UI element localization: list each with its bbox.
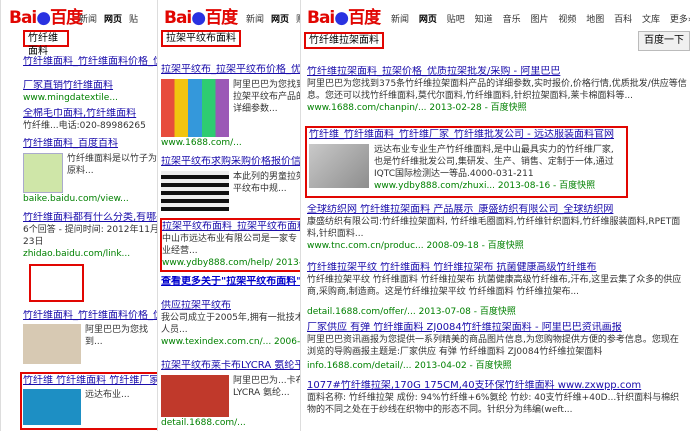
result-title[interactable]: 全球纺织网 竹纤维拉架面料 产品展示_康盛纺织有限公司_全球纺织网: [307, 204, 687, 216]
baidu-logo[interactable]: Bai●百度: [164, 3, 238, 28]
paw-icon: ●: [334, 8, 349, 28]
result-title[interactable]: 竹纤维面料_竹纤维面料价格_优质竹纤...: [23, 310, 160, 322]
result-url: info.1688.com/detail/... 2013-04-02 - 百度…: [307, 361, 512, 371]
result-title[interactable]: 竹纤维 竹纤维面料 竹纤维厂家 竹...: [23, 375, 157, 387]
highlight-box: [29, 264, 84, 302]
nav-images[interactable]: 图片: [530, 15, 548, 25]
result-url: baike.baidu.com/view...: [23, 194, 129, 204]
nav-wenku[interactable]: 文库: [642, 15, 660, 25]
result-desc: 中山市远达布业有限公司是一家专业经营...: [162, 234, 298, 256]
result-desc: 阿里巴巴资讯画报为您提供一系列精美的商品图片信息,为您购物提供方便的参考信息。您…: [307, 335, 679, 357]
result-title[interactable]: 厂家直销竹纤维面料: [23, 80, 160, 92]
result-title[interactable]: 竹纤维面料_竹纤维面料价格_优质竹纤维...: [23, 56, 160, 68]
nav-news[interactable]: 新闻: [246, 15, 264, 25]
search-input[interactable]: 竹纤维面料: [23, 30, 69, 57]
nav-web[interactable]: 网页: [104, 15, 122, 25]
result-url: detail.1688.com/...: [161, 418, 246, 428]
result-title[interactable]: 拉架平纹布面料_拉架平纹布面料_食...: [162, 221, 304, 233]
nav-video[interactable]: 视频: [558, 15, 576, 25]
nav-web[interactable]: 网页: [419, 15, 437, 25]
result-thumbnail[interactable]: [161, 79, 229, 137]
result-thumbnail[interactable]: [161, 171, 229, 211]
nav-bar: 新闻网页贴: [246, 12, 307, 25]
search-panel-1: Bai●百度 新闻网页贴 竹纤维面料 竹纤维面料_竹纤维面料价格_优质竹纤维..…: [0, 0, 160, 431]
result-desc: 康盛纺织有限公司:竹纤维拉架面料, 竹纤维毛圈面料,竹纤维针织面料,竹纤维服装面…: [307, 217, 681, 239]
baidu-logo[interactable]: Bai●百度: [9, 3, 83, 28]
search-button[interactable]: 百度一下: [638, 31, 690, 51]
nav-bar: 新闻网页贴: [79, 12, 145, 25]
result-desc: 远达布业专业生产竹纤维面料,是中山最具实力的竹纤维厂家,也是竹纤维批发公司,集研…: [374, 145, 614, 179]
result-title[interactable]: 1077#竹纤维拉架,170G 175CM,40支环保竹纤维面料 www.zxw…: [307, 380, 687, 392]
nav-tieba[interactable]: 贴: [129, 15, 138, 25]
result-url: www.tnc.com.cn/produc... 2008-09-18 - 百度…: [307, 241, 524, 251]
result-url: www.mingdatextile...: [23, 93, 118, 103]
result-desc: 面料名称: 竹纤维拉架 成份: 94%竹纤维+6%氨纶 竹纱: 40支竹纤维+4…: [307, 393, 680, 415]
result-desc: 竹纤维...电话:020-89986265: [23, 121, 146, 131]
result-title[interactable]: 供应拉架平纹布: [161, 300, 306, 312]
result-desc: 阿里巴巴为...卡布LYCRA 氨纶...: [233, 376, 305, 398]
result-title[interactable]: 竹纤维拉架面料_拉架价格_优质拉架批发/采购 - 阿里巴巴: [307, 66, 687, 78]
result-desc: 远达布业...: [85, 390, 130, 400]
result-thumbnail[interactable]: [23, 389, 81, 425]
search-panel-2: Bai●百度 新闻网页贴 拉架平纹布面料 拉架平纹布_拉架平纹布价格_优... …: [157, 0, 307, 431]
result-title[interactable]: 拉架平纹布求购采购价格报价信息: [161, 156, 306, 168]
search-input[interactable]: 拉架平纹布面料: [161, 30, 241, 47]
result-url: www.1688.com/chanpin/... 2013-02-28 - 百度…: [307, 103, 527, 113]
result-url: zhidao.baidu.com/link...: [23, 249, 131, 259]
result-thumbnail[interactable]: [23, 324, 81, 364]
nav-zhidao[interactable]: 知道: [475, 15, 493, 25]
result-title[interactable]: 竹纤维拉架平纹 竹纤维面料 竹纤维拉架布 抗菌健康高级竹纤维布: [307, 262, 687, 274]
nav-tieba[interactable]: 贴吧: [447, 15, 465, 25]
result-url: www.ydby888.com/help/ 2013-06-01: [162, 258, 304, 268]
result-desc: 竹纤维拉架平纹 竹纤维面料 竹纤维拉架布 抗菌健康高级竹纤维布,汗布,这里云集了…: [307, 275, 682, 297]
nav-news[interactable]: 新闻: [391, 15, 409, 25]
more-images-link[interactable]: 查看更多关于"拉架平纹布面料"的图片: [161, 276, 306, 288]
result-thumbnail[interactable]: [309, 144, 369, 188]
result-url: www.ydby888.com/zhuxi... 2013-08-16 - 百度…: [374, 181, 596, 191]
baidu-logo[interactable]: Bai●百度: [307, 3, 381, 28]
nav-web[interactable]: 网页: [271, 15, 289, 25]
result-thumbnail[interactable]: [161, 375, 229, 417]
nav-baike[interactable]: 百科: [614, 15, 632, 25]
result-title[interactable]: 竹纤维面料都有什么分类,有哪些优势?: [23, 212, 160, 224]
result-title[interactable]: 竹纤维_竹纤维面料_竹纤维厂家_竹纤维批发公司 - 远达服装面料官网: [309, 129, 625, 141]
result-title[interactable]: 拉架平纹布莱卡布LYCRA 氨纶平纹...: [161, 360, 306, 372]
nav-music[interactable]: 音乐: [503, 15, 521, 25]
result-desc: 我公司成立于2005年,拥有一批技术人员...: [161, 313, 304, 335]
result-title[interactable]: 厂家供应 有弹 竹纤维面料 ZJ0084竹纤维拉架面料 - 阿里巴巴资讯画报: [307, 322, 687, 334]
search-panel-3: Bai●百度 新闻 网页 贴吧 知道 音乐 图片 视频 地图 百科 文库 更多»…: [300, 0, 690, 431]
result-url: www.1688.com/...: [161, 138, 242, 148]
result-desc: 阿里巴巴为您找到375条竹纤维拉架面料产品的详细参数,实时报价,价格行情,优质批…: [307, 79, 687, 101]
paw-icon: ●: [36, 8, 51, 28]
result-url: detail.1688.com/offer/... 2013-07-08 - 百…: [307, 307, 516, 317]
result-desc: 竹纤维面料是以竹子为原料...: [67, 154, 157, 176]
nav-bar: 新闻 网页 贴吧 知道 音乐 图片 视频 地图 百科 文库 更多»: [391, 12, 690, 25]
result-desc: 阿里巴巴为您找到...: [85, 325, 149, 347]
paw-icon: ●: [191, 8, 206, 28]
nav-news[interactable]: 新闻: [79, 15, 97, 25]
result-title[interactable]: 全棉毛巾面料,竹纤维面料: [23, 108, 160, 120]
result-title[interactable]: 竹纤维面料_百度百科: [23, 138, 160, 150]
nav-map[interactable]: 地图: [586, 15, 604, 25]
result-desc: 阿里巴巴为您找到拉架平纹布产品的详细参数...: [233, 80, 305, 114]
search-input[interactable]: 竹纤维拉架面料: [304, 32, 384, 49]
result-url: www.texindex.com.cn/... 2006-09-13: [161, 337, 306, 347]
nav-more[interactable]: 更多»: [670, 15, 690, 25]
result-desc: 本此列的男童拉架平纹布中规...: [233, 172, 305, 194]
result-title[interactable]: 拉架平纹布_拉架平纹布价格_优...: [161, 64, 306, 76]
result-thumbnail[interactable]: [23, 153, 63, 193]
result-desc: 6个回答 - 提问时间: 2012年11月23日: [23, 225, 159, 247]
